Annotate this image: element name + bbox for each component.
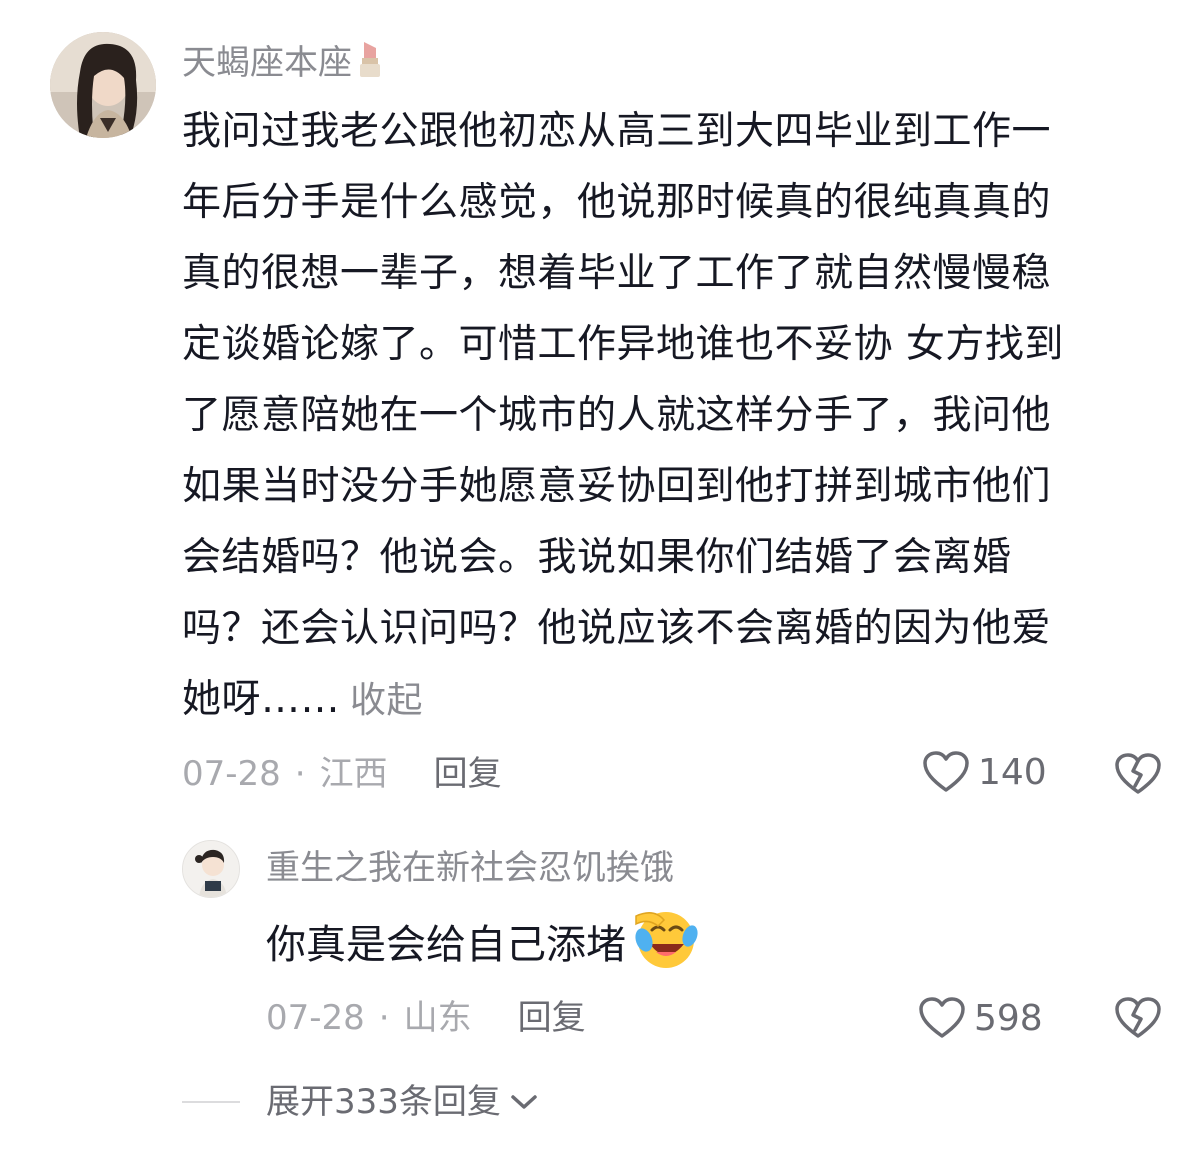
reply-text: 你真是会给自己添堵: [266, 922, 626, 968]
reply-meta: 07-28 · 山东 回复: [266, 996, 586, 1040]
heart-icon: [919, 997, 965, 1038]
like-count: 598: [974, 997, 1043, 1039]
reply-date: 07-28: [266, 998, 365, 1038]
avatar-image: [183, 841, 239, 897]
reply-location: 山东: [403, 998, 472, 1038]
avatar-image: [50, 32, 156, 138]
like-count: 140: [978, 751, 1047, 793]
comment-line: 我问过我老公跟他初恋从高三到大四毕业到工作一: [182, 109, 1052, 154]
meta-separator: ·: [378, 998, 390, 1038]
laughing-tears-emoji-icon: [628, 906, 698, 994]
like-button[interactable]: 140: [922, 750, 1047, 794]
comment-line: 定谈婚论嫁了。可惜工作异地谁也不妥协 女方找到: [182, 322, 1064, 367]
divider: [182, 1101, 240, 1103]
comment-last-line: 她呀…… 收起: [182, 664, 1177, 736]
reply-body: 你真是会给自己添堵: [266, 906, 698, 994]
comment-line: 真的很想一辈子，想着毕业了工作了就自然慢慢稳: [182, 251, 1052, 296]
comment-line: 会结婚吗？他说会。我说如果你们结婚了会离婚: [182, 535, 1012, 580]
meta-separator: ·: [294, 754, 306, 794]
expand-replies-label[interactable]: 展开333条回复: [266, 1080, 501, 1124]
expand-replies[interactable]: 展开333条回复: [182, 1080, 539, 1124]
comment-line: 她呀……: [182, 677, 341, 722]
lipstick-icon: [356, 40, 384, 89]
reply-dislike-button[interactable]: [1114, 996, 1162, 1044]
comment-line: 如果当时没分手她愿意妥协回到他打拼到城市他们: [182, 464, 1052, 509]
comment-meta: 07-28 · 江西 回复: [182, 752, 502, 796]
comment-body: 我问过我老公跟他初恋从高三到大四毕业到工作一 年后分手是什么感觉，他说那时候真的…: [182, 96, 1177, 736]
chevron-down-icon: [511, 1095, 537, 1109]
avatar[interactable]: [50, 32, 156, 138]
comment-line: 年后分手是什么感觉，他说那时候真的很纯真真的: [182, 180, 1052, 225]
comment-date: 07-28: [182, 754, 281, 794]
dislike-button[interactable]: [1114, 752, 1162, 800]
comment-username[interactable]: 天蝎座本座: [182, 40, 384, 89]
reply-avatar[interactable]: [182, 840, 240, 898]
username-text[interactable]: 天蝎座本座: [182, 43, 352, 83]
comment-line: 吗？还会认识问吗？他说应该不会离婚的因为他爱: [182, 606, 1052, 651]
collapse-button[interactable]: 收起: [350, 680, 423, 721]
comment-location: 江西: [319, 754, 388, 794]
reply-username[interactable]: 重生之我在新社会忍饥挨饿: [266, 846, 674, 890]
reply-like-button[interactable]: 598: [918, 996, 1043, 1040]
reply-button[interactable]: 回复: [518, 998, 586, 1038]
broken-heart-icon: [1115, 997, 1161, 1038]
comment-line: 了愿意陪她在一个城市的人就这样分手了，我问他: [182, 393, 1052, 438]
broken-heart-icon: [1115, 753, 1161, 794]
reply-button[interactable]: 回复: [434, 754, 502, 794]
heart-icon: [923, 751, 969, 792]
